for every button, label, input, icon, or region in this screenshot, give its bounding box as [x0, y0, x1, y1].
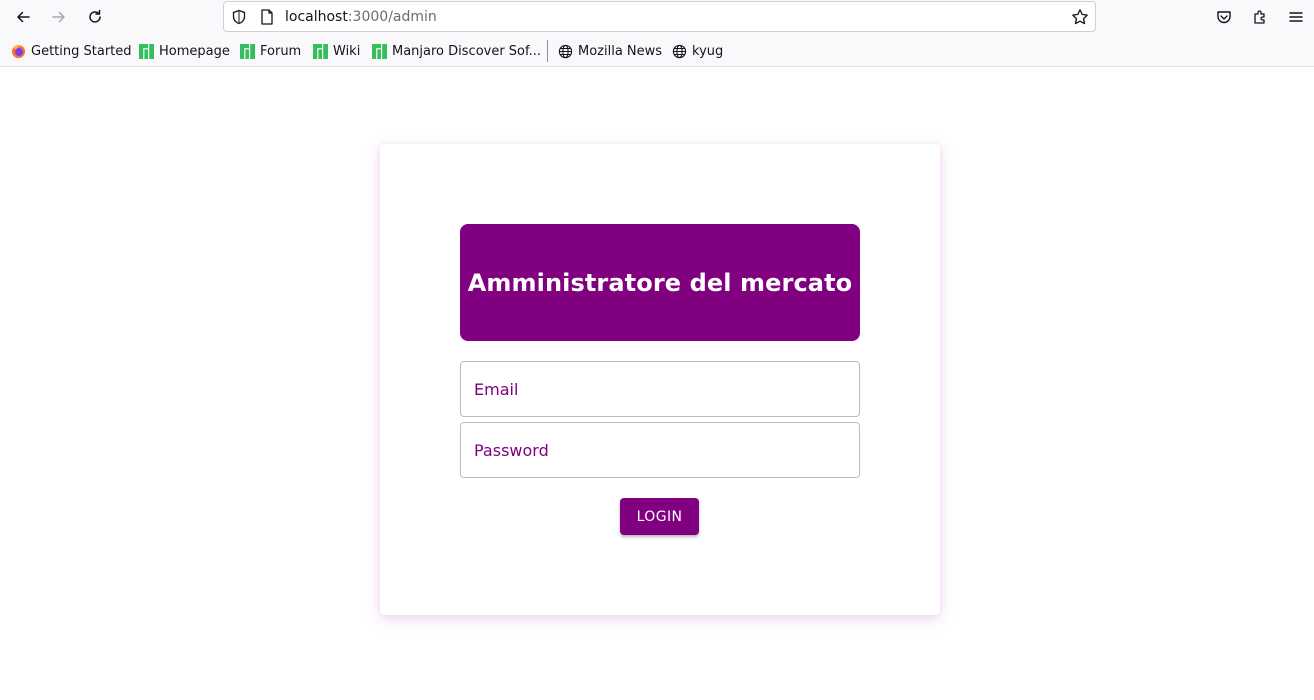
manjaro-icon: [313, 43, 328, 59]
page-title: Amministratore del mercato: [467, 268, 853, 297]
login-card: Amministratore del mercato LOGIN: [380, 144, 940, 615]
bookmarks-toolbar: Getting Started Homepage Forum Wiki Manj…: [0, 34, 1314, 67]
url-bar[interactable]: localhost:3000/admin: [223, 1, 1096, 32]
forward-button[interactable]: [45, 3, 73, 31]
bookmark-label: Forum: [260, 43, 302, 59]
reload-icon: [89, 9, 101, 23]
bookmark-wiki[interactable]: Wiki: [313, 42, 360, 60]
menu-icon: [1289, 12, 1303, 22]
email-field[interactable]: [460, 361, 860, 417]
shield-icon[interactable]: [231, 9, 247, 25]
bookmark-forum[interactable]: Forum: [240, 42, 301, 60]
url-text[interactable]: localhost:3000/admin: [285, 8, 437, 26]
firefox-icon: [11, 44, 26, 58]
bookmark-label: Wiki: [333, 43, 361, 59]
globe-icon: [558, 44, 573, 58]
back-button[interactable]: [9, 3, 37, 31]
bookmark-label: Manjaro Discover Sof...: [392, 43, 542, 59]
bookmark-star-icon[interactable]: [1071, 8, 1089, 26]
back-arrow-icon: [17, 11, 30, 23]
url-host: localhost: [285, 9, 348, 25]
pocket-button[interactable]: [1210, 3, 1238, 31]
url-path: :3000/admin: [347, 9, 437, 25]
bookmark-getting-started[interactable]: Getting Started: [11, 42, 132, 60]
extensions-icon: [1254, 10, 1265, 24]
bookmark-homepage[interactable]: Homepage: [139, 42, 230, 60]
pocket-icon: [1217, 11, 1231, 24]
bookmark-manjaro-discover[interactable]: Manjaro Discover Sof...: [372, 42, 541, 60]
reload-button[interactable]: [81, 3, 109, 31]
bookmarks-separator: [547, 40, 548, 62]
password-input[interactable]: [474, 423, 844, 477]
password-field[interactable]: [460, 422, 860, 478]
bookmark-label: kyug: [692, 43, 724, 59]
email-input[interactable]: [474, 362, 844, 416]
login-button[interactable]: LOGIN: [620, 498, 699, 535]
extensions-button[interactable]: [1246, 3, 1274, 31]
bookmark-label: Mozilla News: [578, 43, 663, 59]
bookmark-mozilla-news[interactable]: Mozilla News: [558, 42, 662, 60]
page-icon: [261, 9, 273, 25]
title-banner: Amministratore del mercato: [460, 224, 860, 341]
bookmark-kyug[interactable]: kyug: [672, 42, 723, 60]
manjaro-icon: [372, 43, 387, 59]
manjaro-icon: [240, 43, 255, 59]
bookmark-label: Homepage: [159, 43, 230, 59]
globe-icon: [672, 44, 687, 58]
forward-arrow-icon: [52, 11, 65, 23]
app-menu-button[interactable]: [1282, 3, 1310, 31]
browser-toolbar: localhost:3000/admin: [0, 0, 1314, 34]
bookmark-label: Getting Started: [31, 43, 132, 59]
manjaro-icon: [139, 43, 154, 59]
